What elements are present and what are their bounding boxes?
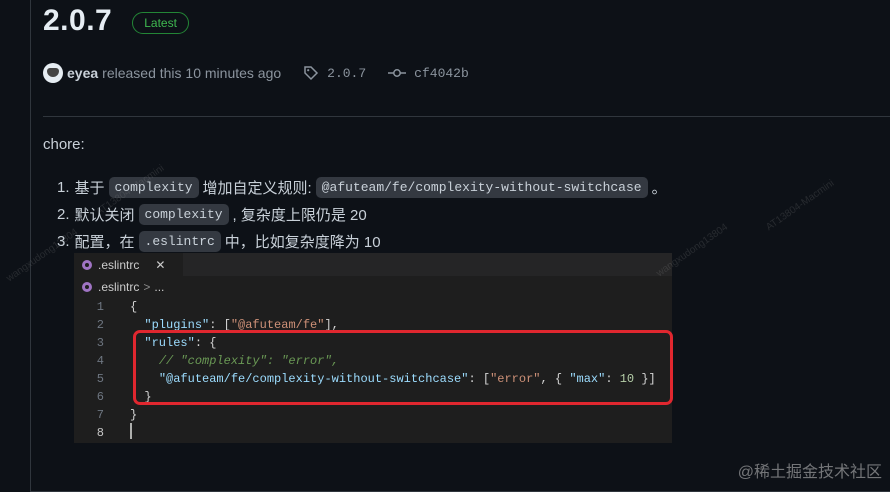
inline-code: @afuteam/fe/complexity-without-switchcas… [315,177,648,198]
avatar[interactable] [43,63,63,83]
highlight-box [133,330,673,405]
list-item: 3. 配置，在 .eslintrc 中，比如复杂度降为 10 [57,231,381,252]
inline-code: .eslintrc [138,231,221,252]
inline-code: complexity [138,204,229,225]
site-watermark: @稀土掘金技术社区 [737,464,882,481]
release-header: 2.0.7 Latest [43,4,189,38]
code-line: 7} [96,408,138,422]
released-text: released this 10 minutes ago [102,65,282,81]
code-line: 1{ [96,300,138,314]
latest-badge: Latest [132,12,189,34]
author-link[interactable]: eyea [67,65,98,81]
text-cursor [130,423,132,439]
release-version-title[interactable]: 2.0.7 [43,4,112,38]
code-line: 8 [74,423,672,442]
commit-icon [388,65,407,81]
breadcrumb: .eslintrc > ... [74,276,672,298]
notes-intro: chore: [43,136,85,153]
editor-tabbar: .eslintrc ✕ [74,253,672,276]
eslint-file-icon [82,259,92,270]
tag-icon [303,65,319,81]
tab-eslintrc[interactable]: .eslintrc ✕ [74,253,183,276]
chevron-right-icon: > [143,280,151,294]
eslint-file-icon [82,282,92,292]
notes-list: 1. 基于 complexity 增加自定义规则: @afuteam/fe/co… [57,174,667,255]
close-icon[interactable]: ✕ [155,258,165,272]
tag-link[interactable]: 2.0.7 [327,66,366,81]
list-item: 2. 默认关闭 complexity , 复杂度上限仍是 20 [57,204,367,225]
release-meta: eyea released this 10 minutes ago 2.0.7 … [43,63,469,83]
commit-link[interactable]: cf4042b [414,66,469,81]
divider [43,116,890,117]
